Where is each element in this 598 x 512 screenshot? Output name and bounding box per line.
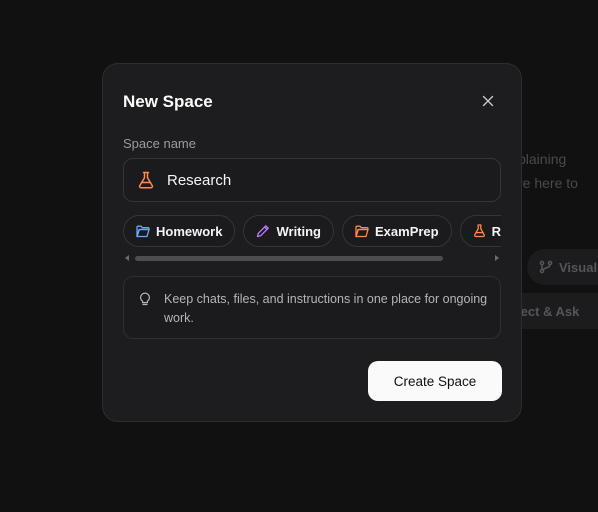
hint-box: Keep chats, files, and instructions in o… — [123, 276, 501, 339]
flask-icon — [473, 224, 485, 238]
space-name-label: Space name — [123, 136, 196, 151]
background-text-line: plaining — [518, 151, 567, 167]
lightbulb-icon — [140, 292, 150, 306]
scrollbar-thumb[interactable] — [135, 256, 443, 261]
chip-label: Writing — [276, 223, 321, 239]
scroll-right-arrow[interactable] — [493, 253, 501, 263]
caret-right-icon — [495, 255, 499, 261]
space-name-input[interactable] — [167, 171, 467, 189]
folder-icon — [136, 225, 150, 237]
background-visual-pill: Visual — [527, 249, 598, 285]
dialog-title: New Space — [123, 92, 213, 111]
chip-label: Homework — [156, 223, 223, 239]
space-template-chips[interactable]: Homework Writing ExamPrep Re — [123, 215, 501, 249]
new-space-dialog: New Space Space name Homework Writing Ex… — [102, 63, 522, 422]
background-text-line: re here to — [518, 175, 578, 191]
close-button[interactable] — [479, 92, 497, 110]
hint-text: Keep chats, files, and instructions in o… — [164, 292, 488, 325]
chip-examprep[interactable]: ExamPrep — [342, 215, 452, 247]
caret-left-icon — [125, 255, 129, 261]
create-space-button[interactable]: Create Space — [368, 361, 502, 401]
space-name-field[interactable] — [123, 158, 501, 202]
chips-scrollbar[interactable] — [123, 253, 501, 263]
pencil-icon — [257, 225, 270, 238]
chip-label: Re — [491, 223, 501, 239]
chip-research[interactable]: Re — [459, 215, 501, 247]
scroll-left-arrow[interactable] — [123, 253, 131, 263]
background-pill-label: Visual — [559, 259, 598, 275]
background-pill-label: lect & Ask — [517, 303, 580, 319]
branch-icon — [539, 260, 553, 274]
chip-label: ExamPrep — [375, 223, 439, 239]
chip-homework[interactable]: Homework — [123, 215, 236, 247]
folder-icon — [355, 225, 369, 237]
flask-icon — [136, 170, 156, 190]
chip-writing[interactable]: Writing — [243, 215, 334, 247]
close-icon — [482, 95, 494, 107]
